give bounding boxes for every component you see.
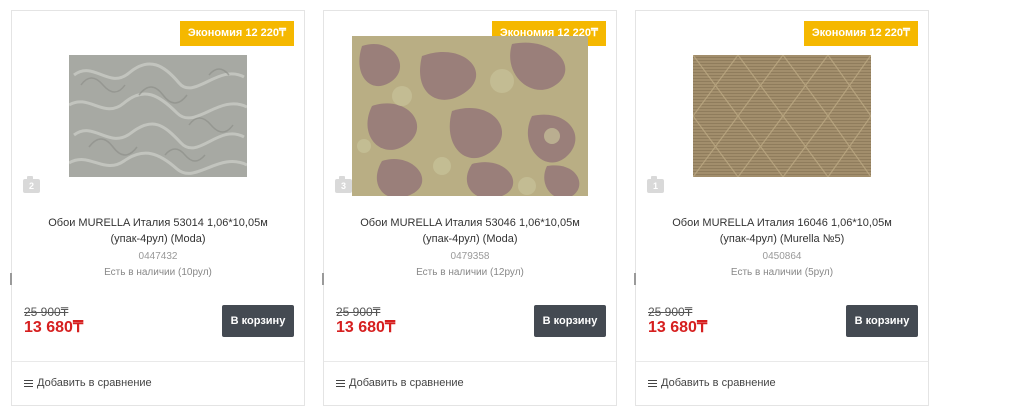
- product-card: Экономия 12 220₸ 1 Обои MURELLA Италия 1…: [634, 10, 929, 406]
- camera-icon: 3: [335, 176, 352, 193]
- compare-label: Добавить в сравнение: [661, 377, 776, 389]
- add-to-cart-button[interactable]: В корзину: [846, 305, 918, 337]
- stock-status: Есть в наличии (5рул): [730, 267, 834, 278]
- product-sku: 0447432: [138, 251, 178, 262]
- add-to-compare-link[interactable]: Добавить в сравнение: [336, 377, 464, 389]
- camera-icon: 2: [23, 176, 40, 193]
- product-image[interactable]: [324, 31, 616, 201]
- current-price: 13 680₸: [336, 319, 396, 336]
- wallpaper-swatch-beige-stripes: [693, 55, 871, 177]
- camera-icon: 1: [647, 176, 664, 193]
- list-icon: [648, 379, 657, 387]
- divider: [636, 361, 928, 362]
- product-title[interactable]: Обои MURELLA Италия 16046 1,06*10,05м (у…: [644, 215, 920, 247]
- product-title[interactable]: Обои MURELLA Италия 53046 1,06*10,05м (у…: [332, 215, 608, 247]
- compare-label: Добавить в сравнение: [37, 377, 152, 389]
- add-to-cart-button[interactable]: В корзину: [222, 305, 294, 337]
- current-price: 13 680₸: [648, 319, 708, 336]
- list-icon: [24, 379, 33, 387]
- photo-count: 2: [28, 181, 34, 191]
- wallpaper-swatch-gray-floral: [69, 55, 247, 177]
- product-title[interactable]: Обои MURELLA Италия 53014 1,06*10,05м (у…: [20, 215, 296, 247]
- divider: [12, 361, 304, 362]
- product-image[interactable]: [12, 31, 304, 201]
- stock-status: Есть в наличии (12рул): [416, 267, 524, 278]
- photo-count: 3: [340, 181, 346, 191]
- add-to-cart-button[interactable]: В корзину: [534, 305, 606, 337]
- product-sku: 0450864: [762, 251, 802, 262]
- stock-status: Есть в наличии (10рул): [104, 267, 212, 278]
- product-card: Экономия 12 220₸ 2 Обои MURELLA Италия 5…: [10, 10, 305, 406]
- compare-label: Добавить в сравнение: [349, 377, 464, 389]
- photo-count: 1: [652, 181, 658, 191]
- add-to-compare-link[interactable]: Добавить в сравнение: [24, 377, 152, 389]
- product-image[interactable]: [636, 31, 928, 201]
- current-price: 13 680₸: [24, 319, 84, 336]
- add-to-compare-link[interactable]: Добавить в сравнение: [648, 377, 776, 389]
- wallpaper-swatch-mauve-camouflage: [352, 36, 588, 196]
- list-icon: [336, 379, 345, 387]
- product-sku: 0479358: [450, 251, 490, 262]
- divider: [324, 361, 616, 362]
- product-card: Экономия 12 220₸ 3 Обои MURELLA Италия 5…: [322, 10, 617, 406]
